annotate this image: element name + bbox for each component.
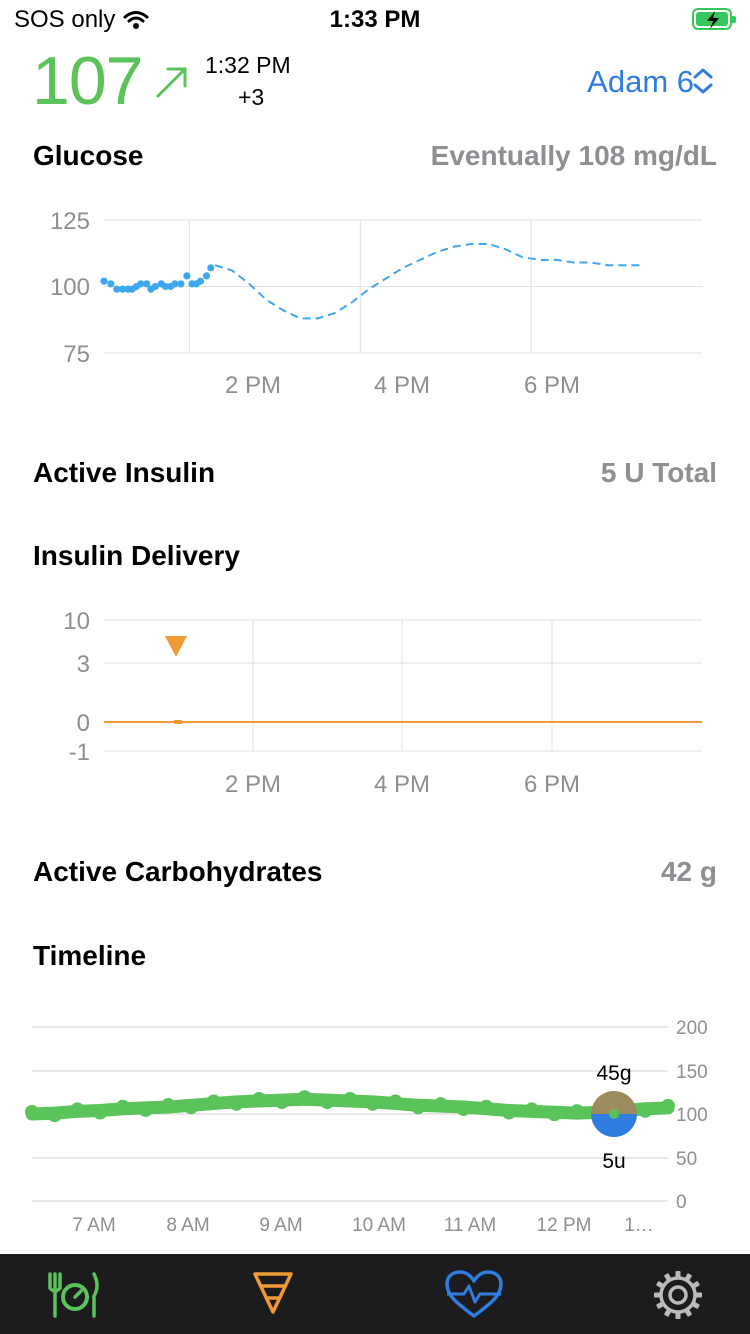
y-tick-75: 75 — [63, 341, 90, 368]
glucose-reading-point — [183, 272, 191, 280]
timeline-glucose-point — [638, 1103, 653, 1118]
chevron-up-down-icon[interactable] — [692, 66, 714, 96]
insulin-delivery-chart[interactable]: 10 3 0 -1 2 PM 4 PM 6 PM — [0, 600, 750, 810]
tl-x-tick-11am: 11 AM — [444, 1215, 496, 1236]
tl-x-tick-1pm: 1… — [624, 1215, 654, 1236]
y-tick-0: 0 — [77, 710, 90, 737]
carb-insulin-event-marker[interactable] — [591, 1091, 637, 1137]
tab-settings[interactable] — [648, 1268, 708, 1322]
x-tick-4pm: 4 PM — [374, 771, 430, 798]
heart-pulse-icon — [445, 1270, 503, 1318]
status-time: 1:33 PM — [329, 6, 421, 33]
timeline-title: Timeline — [33, 940, 147, 971]
glucose-delta: +3 — [238, 84, 265, 110]
active-carbs-value: 42 g — [660, 856, 717, 887]
timeline-glucose-point — [320, 1095, 335, 1110]
y-tick-10: 10 — [63, 608, 90, 635]
timeline-chart[interactable]: 200 150 100 50 0 45g 5u 7 AM 8 AM 9 AM 1… — [0, 1010, 750, 1245]
x-tick-2pm: 2 PM — [225, 372, 281, 399]
timeline-glucose-point — [229, 1096, 244, 1111]
timeline-glucose-point — [547, 1107, 562, 1122]
y-tick-minus1: -1 — [69, 739, 90, 766]
tab-bar — [0, 1254, 750, 1334]
bolus-triangle-marker — [165, 636, 187, 657]
battery-icon — [692, 8, 736, 30]
tl-y-tick-150: 150 — [676, 1062, 708, 1083]
glucose-chart[interactable]: 125 100 75 2 PM 4 PM 6 PM — [0, 200, 750, 410]
fork-knife-timer-icon — [48, 1272, 99, 1318]
timeline-glucose-point — [138, 1102, 153, 1117]
timeline-glucose-point — [206, 1094, 221, 1109]
timeline-glucose-point — [433, 1097, 448, 1112]
active-carbs-title: Active Carbohydrates — [33, 856, 323, 887]
eventual-glucose: Eventually 108 mg/dL — [430, 140, 717, 171]
tab-health[interactable] — [444, 1268, 504, 1322]
active-insulin-title: Active Insulin — [33, 457, 216, 488]
timeline-glucose-point — [479, 1099, 494, 1114]
timeline-glucose-point — [184, 1100, 198, 1115]
profile-selector[interactable]: Adam 6 — [587, 64, 694, 100]
timeline-glucose-point — [570, 1104, 585, 1119]
timeline-glucose-point — [411, 1100, 426, 1115]
tl-x-tick-10am: 10 AM — [352, 1215, 406, 1236]
tl-x-tick-9am: 9 AM — [259, 1215, 302, 1236]
tl-y-tick-200: 200 — [676, 1018, 708, 1039]
glucose-reading-point — [207, 264, 215, 272]
timeline-glucose-point — [502, 1105, 516, 1120]
timeline-glucose-point — [365, 1096, 380, 1111]
tl-y-tick-0: 0 — [676, 1192, 687, 1213]
glucose-reading-point — [196, 277, 205, 285]
timeline-glucose-point — [93, 1105, 108, 1120]
y-tick-125: 125 — [50, 208, 90, 235]
timeline-glucose-point — [456, 1102, 471, 1117]
timeline-glucose-point — [274, 1095, 289, 1110]
y-tick-3: 3 — [77, 651, 90, 678]
timeline-glucose-point — [47, 1108, 62, 1123]
bolus-triangle-icon — [253, 1272, 293, 1314]
timeline-glucose-point — [661, 1098, 675, 1113]
tl-x-tick-12pm: 12 PM — [537, 1215, 592, 1236]
glucose-reading-time: 1:32 PM — [205, 52, 291, 78]
timeline-glucose-point — [252, 1091, 267, 1106]
event-insulin-label: 5u — [602, 1150, 625, 1173]
basal-marker — [174, 720, 182, 724]
x-tick-6pm: 6 PM — [524, 372, 580, 399]
tl-y-tick-100: 100 — [676, 1105, 708, 1126]
timeline-glucose-point — [115, 1099, 130, 1114]
event-carbs-label: 45g — [596, 1062, 631, 1085]
tl-x-tick-8am: 8 AM — [166, 1215, 209, 1236]
timeline-glucose-point — [161, 1098, 176, 1113]
timeline-glucose-point — [388, 1094, 403, 1109]
timeline-glucose-point — [524, 1102, 539, 1117]
glucose-reading-point — [202, 272, 211, 280]
glucose-section-title: Glucose — [33, 140, 144, 171]
glucose-reading-point — [107, 280, 115, 288]
active-insulin-value: 5 U Total — [600, 457, 717, 488]
trend-up-right-icon — [156, 67, 187, 98]
tl-x-tick-7am: 7 AM — [72, 1215, 115, 1236]
x-tick-2pm: 2 PM — [225, 771, 281, 798]
glucose-reading-point — [177, 280, 185, 288]
timeline-glucose-point — [343, 1091, 357, 1106]
current-glucose-value[interactable]: 107 — [32, 42, 143, 120]
insulin-delivery-title: Insulin Delivery — [33, 540, 240, 571]
tab-carbs[interactable] — [42, 1268, 102, 1322]
y-tick-100: 100 — [50, 274, 90, 301]
timeline-glucose-point — [25, 1105, 39, 1119]
gear-icon — [654, 1271, 702, 1319]
timeline-glucose-point — [70, 1102, 85, 1117]
tab-bolus[interactable] — [243, 1268, 303, 1322]
x-tick-6pm: 6 PM — [524, 771, 580, 798]
glucose-reading-point — [100, 277, 108, 285]
timeline-glucose-point — [297, 1090, 312, 1105]
tl-y-tick-50: 50 — [676, 1149, 697, 1170]
x-tick-4pm: 4 PM — [374, 372, 430, 399]
predicted-glucose-line — [214, 242, 643, 320]
